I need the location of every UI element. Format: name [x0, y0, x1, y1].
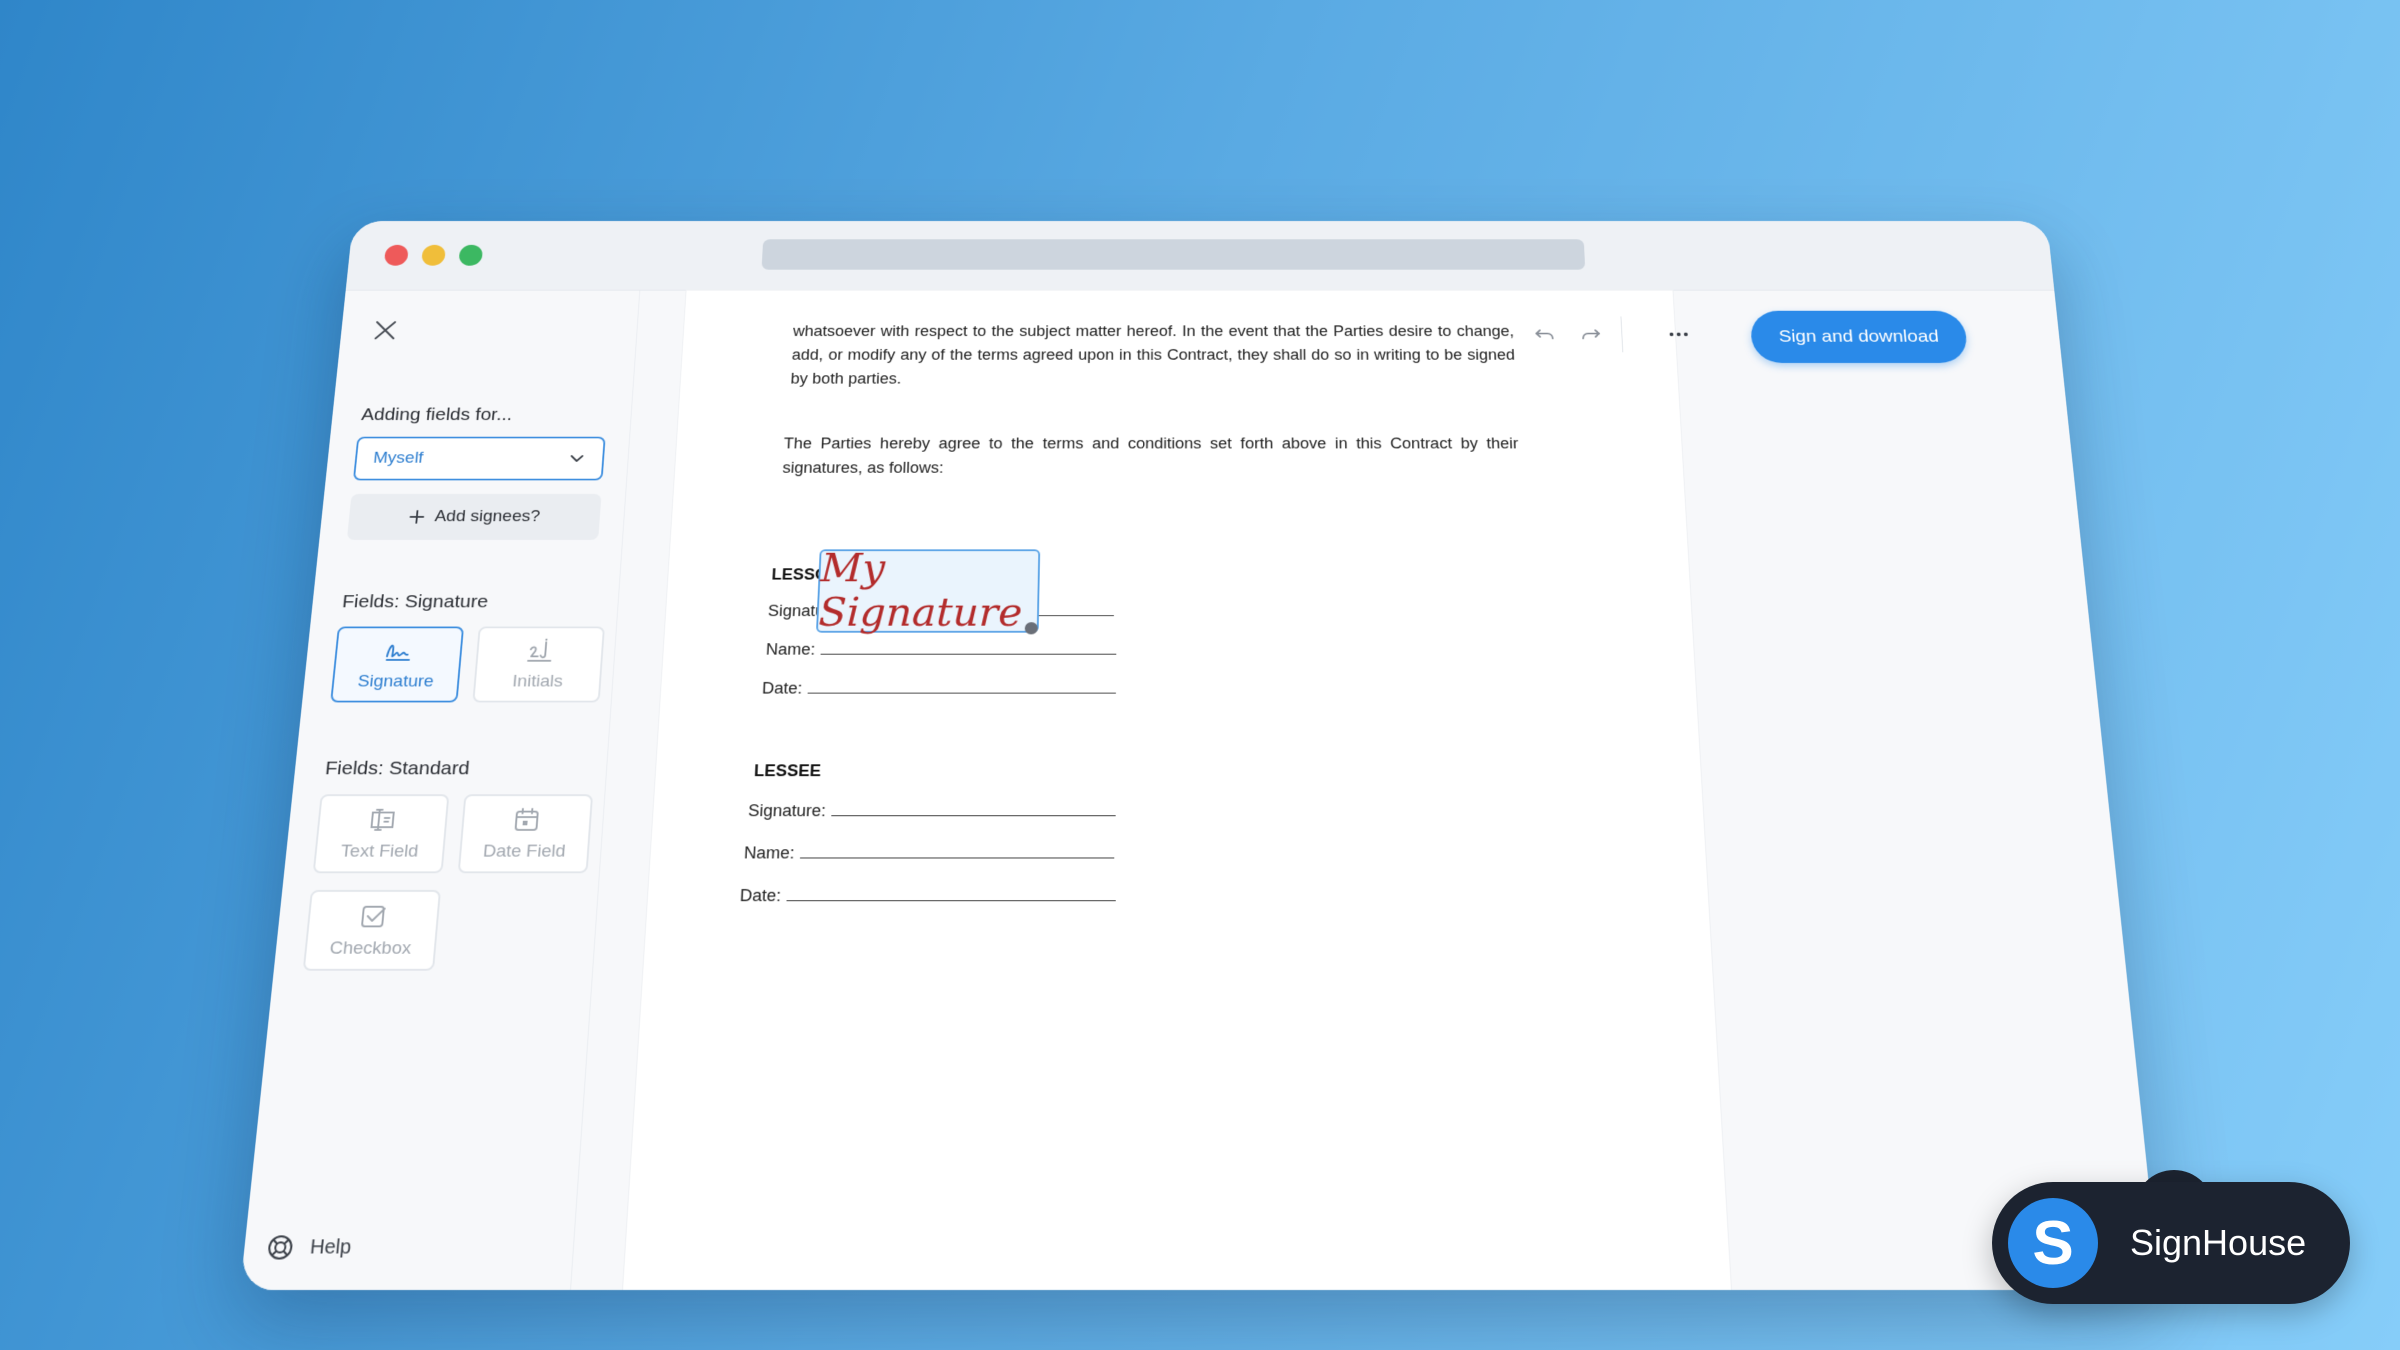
brand-badge: S SignHouse [1992, 1182, 2350, 1304]
undo-icon[interactable] [1531, 323, 1557, 346]
document-page: whatsoever with respect to the subject m… [623, 290, 1731, 1290]
lifebuoy-icon [265, 1233, 296, 1261]
lessor-name-label: Name: [765, 640, 816, 659]
standard-fields-heading: Fields: Standard [324, 758, 471, 779]
lessor-date-line: Date: [762, 679, 1117, 698]
adding-fields-label: Adding fields for... [360, 405, 514, 425]
close-window-button[interactable] [383, 244, 409, 266]
date-field-tile-label: Date Field [482, 841, 567, 862]
lessor-date-label: Date: [761, 679, 803, 698]
paragraph-agreement: The Parties hereby agree to the terms an… [782, 435, 1519, 477]
signature-icon [382, 637, 414, 665]
lessor-name-line: Name: [765, 640, 1117, 659]
signhouse-logo: S [2008, 1198, 2098, 1288]
signer-select-value: Myself [372, 449, 425, 467]
add-signees-label: Add signees? [433, 507, 541, 526]
brand-name: SignHouse [2130, 1222, 2307, 1263]
lessee-date-label: Date: [739, 886, 782, 905]
lessee-name-line: Name: [744, 844, 1115, 863]
chevron-down-icon [567, 450, 586, 467]
signature-fields-heading: Fields: Signature [341, 591, 489, 612]
lessee-signature-label: Signature: [747, 801, 827, 820]
initials-field-tile[interactable]: Initials [472, 626, 605, 703]
sign-and-download-button[interactable]: Sign and download [1749, 310, 1969, 363]
help-link[interactable]: Help [265, 1233, 353, 1261]
add-signees-button[interactable]: Add signees? [346, 493, 602, 540]
date-field-tile[interactable]: Date Field [457, 794, 594, 874]
address-bar[interactable] [761, 239, 1586, 270]
lessee-signature-line: Signature: [748, 802, 1116, 821]
minimize-window-button[interactable] [421, 244, 447, 266]
help-label: Help [309, 1235, 353, 1259]
checkbox-icon [357, 901, 391, 931]
lessee-name-label: Name: [743, 843, 795, 863]
initials-icon [524, 637, 556, 665]
signer-select[interactable]: Myself [352, 436, 606, 481]
maximize-window-button[interactable] [458, 244, 484, 266]
lessee-heading: LESSEE [753, 761, 822, 780]
paragraph-amendments: whatsoever with respect to the subject m… [790, 322, 1516, 387]
document-area: whatsoever with respect to the subject m… [571, 290, 2160, 1290]
title-bar [345, 221, 2055, 291]
checkbox-tile-label: Checkbox [328, 938, 412, 959]
signature-field-tile[interactable]: Signature [330, 626, 465, 703]
text-field-tile[interactable]: Text Field [312, 794, 450, 874]
more-horizontal-icon[interactable] [1666, 323, 1692, 346]
signature-value: My Signature [817, 546, 1023, 636]
lessee-date-line: Date: [739, 886, 1116, 906]
redo-icon[interactable] [1578, 323, 1604, 346]
close-icon[interactable] [371, 318, 400, 342]
text-field-tile-label: Text Field [339, 841, 420, 862]
plus-icon [408, 509, 426, 524]
checkbox-field-tile[interactable]: Checkbox [302, 889, 441, 971]
placed-signature-field[interactable]: My Signature [815, 546, 1041, 636]
calendar-icon [510, 805, 543, 834]
text-field-icon [366, 805, 399, 834]
initials-tile-label: Initials [511, 672, 564, 691]
fields-sidebar: Adding fields for... Myself Add signees?… [240, 290, 641, 1290]
app-window: Adding fields for... Myself Add signees?… [240, 221, 2160, 1291]
signature-tile-label: Signature [356, 672, 435, 691]
